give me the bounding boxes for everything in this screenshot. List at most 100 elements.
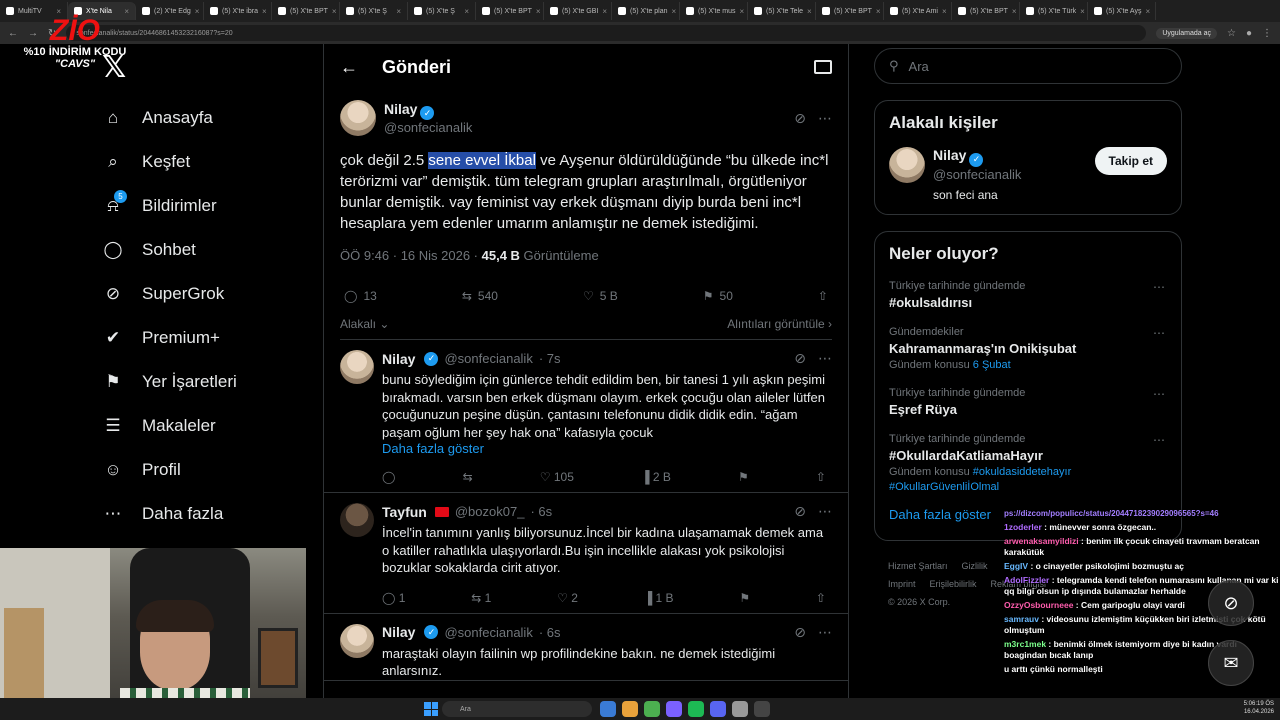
reader-mode-icon[interactable] xyxy=(814,60,832,74)
author-name[interactable]: Nilay xyxy=(382,624,415,640)
close-icon[interactable]: × xyxy=(602,7,607,16)
author-handle[interactable]: @sonfecianalik xyxy=(384,120,472,135)
messages-fab-icon[interactable]: ✉ xyxy=(1208,640,1254,686)
browser-tab[interactable]: (5) X'te BPT × xyxy=(816,2,884,20)
grok-icon[interactable]: ⊘ xyxy=(794,350,806,367)
share-icon[interactable]: ⇧ xyxy=(816,470,826,484)
grok-icon[interactable]: ⊘ xyxy=(794,624,806,641)
repost-button[interactable]: ⇆ xyxy=(463,470,473,484)
repost-button[interactable]: ⇆ 540 xyxy=(462,289,498,303)
trend-item[interactable]: Türkiye tarihinde gündemde #OkullardaKatl… xyxy=(889,433,1167,493)
avatar[interactable] xyxy=(889,147,925,183)
person-handle[interactable]: @sonfecianalik xyxy=(933,167,1021,182)
chat-username[interactable]: AdolFizzler xyxy=(1004,575,1049,585)
trend-context-link[interactable]: 6 Şubat xyxy=(973,359,1011,371)
browser-tab[interactable]: (2) X'te Edg × xyxy=(136,2,204,20)
sidebar-item-supergrok[interactable]: ⊘ SuperGrok xyxy=(96,272,316,316)
share-button[interactable]: ⇧ xyxy=(818,289,828,303)
views-button[interactable]: ▐ 2 B xyxy=(641,470,671,484)
browser-tab[interactable]: (5) X'te Ş × xyxy=(408,2,476,20)
chat-username[interactable]: m3rc1mek xyxy=(1004,639,1046,649)
more-options-icon[interactable]: ⋯ xyxy=(1153,326,1165,340)
sidebar-item-daha-fazla[interactable]: ⋯ Daha fazla xyxy=(96,492,316,536)
sidebar-item-bildirimler[interactable]: ⍾ 5 Bildirimler xyxy=(96,184,316,228)
author-handle[interactable]: @sonfecianalik xyxy=(444,351,532,366)
reply-post[interactable]: Tayfun @bozok07_ · 6s ⊘ ⋯ İncel'in tanımını y… xyxy=(324,493,848,614)
sidebar-item-profil[interactable]: ☺ Profil xyxy=(96,448,316,492)
reply-button[interactable]: ◯ xyxy=(382,470,395,484)
post-time[interactable]: · 6s xyxy=(530,504,552,519)
reply-button[interactable]: ◯ 13 xyxy=(344,289,377,303)
profile-icon[interactable]: ● xyxy=(1246,28,1252,39)
x-logo[interactable]: 𝕏 xyxy=(102,50,316,84)
author-name[interactable]: Nilay xyxy=(382,351,415,367)
obs-icon[interactable] xyxy=(754,701,770,717)
chat-username[interactable]: EggIV xyxy=(1004,561,1028,571)
chat-username[interactable]: 1zoderler xyxy=(1004,522,1042,532)
star-icon[interactable]: ☆ xyxy=(1227,28,1236,39)
avatar[interactable] xyxy=(340,350,374,384)
close-icon[interactable]: × xyxy=(124,7,129,16)
share-icon[interactable]: ⇧ xyxy=(816,591,826,605)
author-name[interactable]: Nilay xyxy=(384,101,417,117)
reply-button[interactable]: ◯ 1 xyxy=(382,591,405,605)
close-icon[interactable]: × xyxy=(1145,7,1150,16)
more-options-icon[interactable]: ⋯ xyxy=(1153,280,1165,294)
open-in-app-button[interactable]: Uygulamada aç xyxy=(1156,27,1217,39)
close-icon[interactable]: × xyxy=(672,7,677,16)
discord-icon[interactable] xyxy=(666,701,682,717)
trend-item[interactable]: Türkiye tarihinde gündemde #okulsaldırısı… xyxy=(889,280,1167,310)
author-name[interactable]: Tayfun xyxy=(382,504,427,520)
url-input[interactable]: sonfecianalik/status/2044686145323216087… xyxy=(66,25,1147,41)
reply-post[interactable]: Nilay ✓ @sonfecianalik · 7s ⊘ ⋯ bunu söylediği… xyxy=(324,340,848,493)
system-clock[interactable]: 5:06:19 ÖS 16.04.2026 xyxy=(1244,700,1274,716)
more-options-icon[interactable]: ⋯ xyxy=(1153,387,1165,401)
app-icon[interactable] xyxy=(600,701,616,717)
author-handle[interactable]: @bozok07_ xyxy=(455,504,525,519)
trend-item[interactable]: Türkiye tarihinde gündemde Eşref Rüya ⋯ xyxy=(889,387,1167,417)
browser-tab[interactable]: (5) X'te Tele × xyxy=(748,2,816,20)
close-icon[interactable]: × xyxy=(807,7,812,16)
chat-username[interactable]: arwenaksamyildizi xyxy=(1004,536,1079,546)
close-icon[interactable]: × xyxy=(396,7,401,16)
grok-icon[interactable]: ⊘ xyxy=(794,110,806,127)
avatar[interactable] xyxy=(340,503,374,537)
browser-tab[interactable]: (5) X'te Ami × xyxy=(884,2,952,20)
more-options-icon[interactable]: ⋯ xyxy=(818,503,832,520)
back-icon[interactable]: ← xyxy=(8,28,18,39)
avatar[interactable] xyxy=(340,100,376,136)
back-arrow-icon[interactable]: ← xyxy=(340,57,358,78)
sort-dropdown[interactable]: Alakalı ⌄ xyxy=(340,317,389,331)
more-options-icon[interactable]: ⋯ xyxy=(1153,433,1165,447)
close-icon[interactable]: × xyxy=(942,7,947,16)
bookmark-button[interactable]: ⚑ 50 xyxy=(703,289,733,303)
like-button[interactable]: ♡ 5 B xyxy=(583,289,618,303)
post-time[interactable]: · 6s xyxy=(539,625,561,640)
browser-tab[interactable]: (5) X'te Ş × xyxy=(340,2,408,20)
sidebar-item-sohbet[interactable]: ◯ Sohbet xyxy=(96,228,316,272)
folder-icon[interactable] xyxy=(622,701,638,717)
footer-link[interactable]: Hizmet Şartları xyxy=(888,561,948,571)
like-button[interactable]: ♡ 2 xyxy=(557,591,578,605)
chrome-icon[interactable] xyxy=(644,701,660,717)
more-options-icon[interactable]: ⋯ xyxy=(818,110,832,127)
post-time[interactable]: · 7s xyxy=(539,351,561,366)
browser-tab[interactable]: (5) X'te BPT × xyxy=(476,2,544,20)
chat-username[interactable]: samrauv xyxy=(1004,614,1039,624)
avatar[interactable] xyxy=(340,623,374,658)
repost-button[interactable]: ⇆ 1 xyxy=(471,591,491,605)
close-icon[interactable]: × xyxy=(1080,7,1085,16)
footer-link[interactable]: © 2026 X Corp. xyxy=(888,597,950,607)
views-button[interactable]: ▐ 1 B xyxy=(644,591,674,605)
close-icon[interactable]: × xyxy=(536,7,541,16)
browser-tab[interactable]: (5) X'te BPT × xyxy=(272,2,340,20)
sidebar-item-ke-fet[interactable]: ⌕ Keşfet xyxy=(96,140,316,184)
more-options-icon[interactable]: ⋯ xyxy=(818,350,832,367)
footer-link[interactable]: Gizlilik xyxy=(962,561,988,571)
more-options-icon[interactable]: ⋯ xyxy=(818,624,832,641)
windows-start-icon[interactable] xyxy=(424,702,438,716)
related-person[interactable]: Nilay ✓ @sonfecianalik son feci ana Takip… xyxy=(889,147,1167,202)
browser-tab[interactable]: (5) X'te GBI × xyxy=(544,2,612,20)
reply-post[interactable]: Nilay ✓ @sonfecianalik · 6s ⊘ ⋯ maraştaki olay… xyxy=(324,614,848,681)
close-icon[interactable]: × xyxy=(464,7,469,16)
